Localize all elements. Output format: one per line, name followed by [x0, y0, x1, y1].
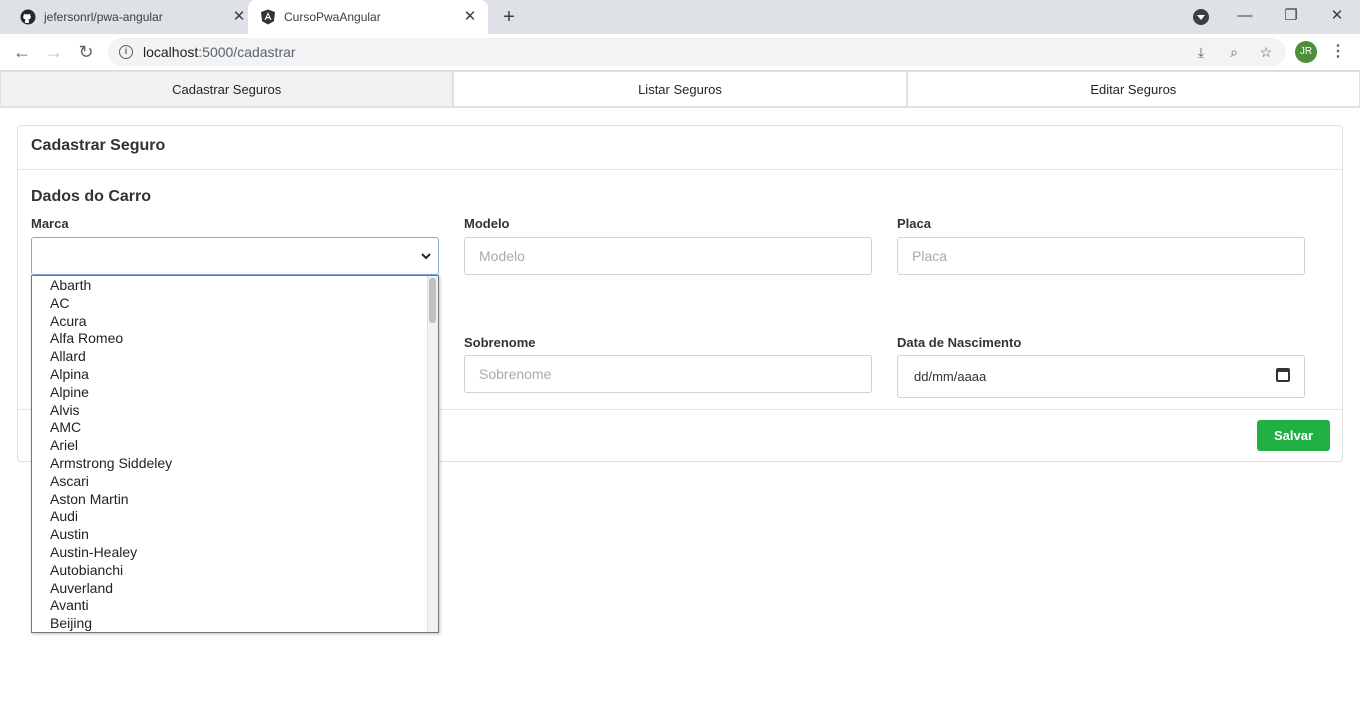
marca-option[interactable]: AC	[50, 295, 69, 311]
close-icon[interactable]: ✕	[230, 8, 248, 26]
marca-option[interactable]: Armstrong Siddeley	[50, 455, 172, 471]
browser-tab-title: jefersonrl/pwa-angular	[44, 10, 163, 24]
marca-option[interactable]: Alvis	[50, 402, 80, 418]
sobrenome-input[interactable]: Sobrenome	[464, 355, 872, 393]
restore-icon[interactable]: ❐	[1279, 5, 1303, 27]
tab-editar-seguros[interactable]: Editar Seguros	[906, 71, 1360, 107]
dropdown-scrollbar-thumb[interactable]	[429, 278, 436, 323]
page-nav-tabs: Cadastrar Seguros Listar Seguros Editar …	[0, 71, 1360, 108]
marca-option[interactable]: Acura	[50, 313, 87, 329]
back-arrow-icon[interactable]: ←	[10, 40, 34, 64]
marca-option[interactable]: Alfa Romeo	[50, 330, 123, 346]
browser-tab-active[interactable]: CursoPwaAngular ✕	[248, 0, 488, 34]
bookmark-star-icon[interactable]: ☆	[1258, 44, 1274, 60]
marca-option[interactable]: Auverland	[50, 580, 113, 596]
chevron-down-icon	[421, 253, 431, 260]
marca-option[interactable]: Austin-Healey	[50, 544, 137, 560]
reload-icon[interactable]: ↻	[74, 40, 98, 64]
section-title: Dados do Carro	[31, 188, 152, 205]
close-icon[interactable]: ✕	[461, 8, 479, 26]
save-button[interactable]: Salvar	[1257, 420, 1330, 451]
marca-option[interactable]: Alpine	[50, 384, 89, 400]
marca-option[interactable]: Allard	[50, 348, 86, 364]
address-bar[interactable]: i localhost:5000/cadastrar ⤓ ⌕ ☆	[108, 38, 1286, 66]
marca-dropdown-list[interactable]: Abarth AC Acura Alfa Romeo Allard Alpina…	[31, 275, 439, 633]
marca-option[interactable]: Autobianchi	[50, 562, 123, 578]
calendar-icon[interactable]	[1276, 368, 1290, 382]
marca-label: Marca	[31, 216, 69, 231]
modelo-input[interactable]: Modelo	[464, 237, 872, 275]
forward-arrow-icon[interactable]: →	[42, 40, 66, 64]
minimize-icon[interactable]: —	[1233, 5, 1257, 27]
marca-option[interactable]: Ascari	[50, 473, 89, 489]
marca-select[interactable]	[31, 237, 439, 275]
window-close-icon[interactable]: ✕	[1325, 5, 1349, 27]
info-icon[interactable]: i	[119, 45, 133, 59]
profile-avatar[interactable]: JR	[1295, 41, 1317, 63]
marca-option[interactable]: Abarth	[50, 277, 91, 293]
browser-toolbar: ← → ↻ i localhost:5000/cadastrar ⤓ ⌕ ☆ J…	[0, 34, 1360, 71]
modelo-label: Modelo	[464, 216, 510, 231]
sobrenome-label: Sobrenome	[464, 335, 536, 350]
tab-search-icon[interactable]	[1193, 9, 1209, 25]
browser-tab-title: CursoPwaAngular	[284, 10, 381, 24]
github-icon	[20, 9, 36, 25]
tab-cadastrar-seguros[interactable]: Cadastrar Seguros	[0, 71, 454, 107]
date-value: dd/mm/aaaa	[914, 369, 987, 384]
marca-option[interactable]: Aston Martin	[50, 491, 129, 507]
url-host: localhost	[143, 44, 199, 60]
url-text[interactable]: localhost:5000/cadastrar	[143, 44, 296, 60]
marca-option[interactable]: Audi	[50, 508, 78, 524]
marca-option[interactable]: Avanti	[50, 597, 89, 613]
new-tab-button[interactable]: +	[498, 6, 520, 28]
card-title: Cadastrar Seguro	[31, 137, 166, 154]
kebab-menu-icon[interactable]: ⋮	[1330, 40, 1346, 64]
tab-listar-seguros[interactable]: Listar Seguros	[453, 71, 907, 107]
dropdown-scrollbar[interactable]	[427, 276, 438, 632]
url-path: :5000/cadastrar	[198, 44, 296, 60]
marca-option[interactable]: Austin	[50, 526, 89, 542]
angular-icon	[261, 9, 275, 25]
browser-tabstrip: jefersonrl/pwa-angular ✕ CursoPwaAngular…	[0, 0, 1360, 34]
browser-tab-github[interactable]: jefersonrl/pwa-angular ✕	[8, 0, 248, 34]
marca-option[interactable]: Beijing	[50, 615, 92, 631]
install-icon[interactable]: ⤓	[1193, 44, 1209, 60]
placa-input[interactable]: Placa	[897, 237, 1305, 275]
nascimento-date-input[interactable]: dd/mm/aaaa	[897, 355, 1305, 398]
placa-label: Placa	[897, 216, 931, 231]
nascimento-label: Data de Nascimento	[897, 335, 1022, 350]
marca-option[interactable]: Alpina	[50, 366, 89, 382]
zoom-icon[interactable]: ⌕	[1226, 44, 1242, 60]
marca-option[interactable]: AMC	[50, 419, 81, 435]
marca-option[interactable]: Ariel	[50, 437, 78, 453]
card-header: Cadastrar Seguro	[18, 126, 1342, 170]
